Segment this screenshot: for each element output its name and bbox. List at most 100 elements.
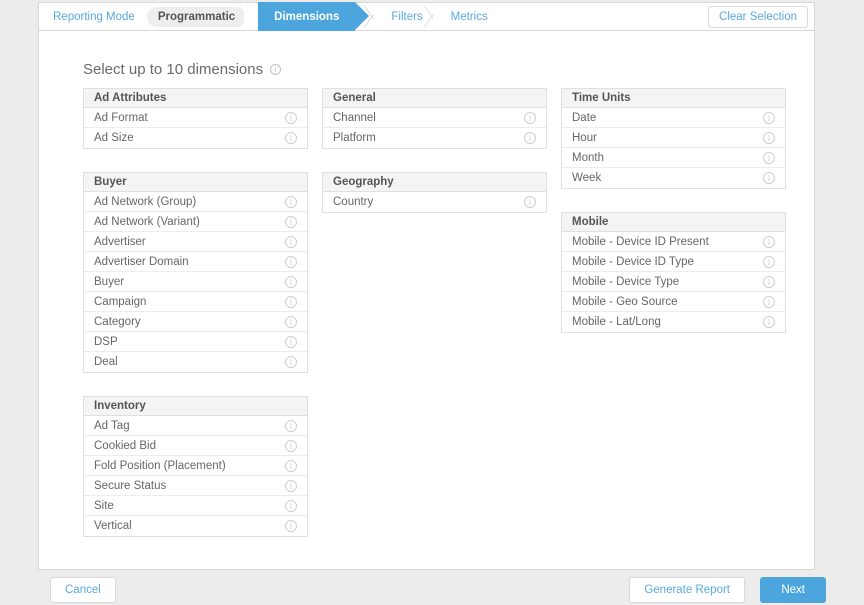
dimension-option-label: Mobile - Device ID Present — [572, 236, 709, 248]
dimension-option[interactable]: Mobile - Device ID Type i — [562, 252, 785, 272]
dimension-option[interactable]: Secure Statusi — [84, 476, 307, 496]
info-icon[interactable]: i — [285, 460, 297, 472]
dimension-option[interactable]: Advertiseri — [84, 232, 307, 252]
dimension-option-label: Mobile - Device Type — [572, 276, 679, 288]
dimension-option-label: Category — [94, 316, 141, 328]
dimension-column: GeneralChanneliPlatformiGeographyCountry… — [322, 88, 547, 560]
next-button[interactable]: Next — [760, 577, 826, 603]
dimension-option[interactable]: Mobile - Lat/Longi — [562, 312, 785, 332]
info-icon[interactable]: i — [763, 256, 775, 268]
wizard-step-metrics[interactable]: Metrics — [433, 2, 498, 31]
dimension-option-label: Ad Network (Variant) — [94, 216, 200, 228]
wizard-step-label: Metrics — [451, 11, 488, 23]
wizard-step-label: Filters — [391, 11, 422, 23]
dimension-option-label: Month — [572, 152, 604, 164]
dimension-option[interactable]: Weeki — [562, 168, 785, 188]
dimension-group-header: General — [323, 89, 546, 108]
dimension-option-label: Country — [333, 196, 373, 208]
info-icon[interactable]: i — [763, 296, 775, 308]
dimension-option[interactable]: Campaign i — [84, 292, 307, 312]
dimension-option[interactable]: Cookied Bidi — [84, 436, 307, 456]
dimension-column: Time UnitsDateiHouriMonthiWeekiMobileMob… — [561, 88, 786, 560]
dimension-option-label: Site — [94, 500, 114, 512]
cancel-button[interactable]: Cancel — [50, 577, 116, 603]
info-icon[interactable]: i — [285, 296, 297, 308]
dimensions-panel: Select up to 10 dimensions i Ad Attribut… — [38, 31, 815, 570]
footer-actions: Cancel Generate Report Next — [0, 573, 864, 605]
info-icon[interactable]: i — [285, 112, 297, 124]
info-icon[interactable]: i — [285, 132, 297, 144]
info-icon[interactable]: i — [524, 196, 536, 208]
info-icon[interactable]: i — [763, 236, 775, 248]
dimension-option[interactable]: DSPi — [84, 332, 307, 352]
dimension-option[interactable]: Ad Tag i — [84, 416, 307, 436]
dimension-option-label: Mobile - Device ID Type — [572, 256, 694, 268]
dimension-option[interactable]: Category i — [84, 312, 307, 332]
dimension-columns: Ad AttributesAd FormatiAd SizeiBuyerAd N… — [83, 88, 788, 560]
info-icon[interactable]: i — [285, 520, 297, 532]
dimension-option[interactable]: Month i — [562, 148, 785, 168]
info-icon[interactable]: i — [524, 132, 536, 144]
dimension-group-general: GeneralChanneliPlatformi — [322, 88, 547, 149]
dimension-option[interactable]: Buyer i — [84, 272, 307, 292]
dimension-option-label: Ad Tag — [94, 420, 130, 432]
generate-report-button[interactable]: Generate Report — [629, 577, 745, 603]
dimension-group-buyer: BuyerAd Network (Group)iAd Network (Vari… — [83, 172, 308, 373]
info-icon[interactable]: i — [763, 132, 775, 144]
wizard-step-dimensions[interactable]: Dimensions — [258, 2, 355, 31]
wizard-step-label: Reporting Mode — [53, 11, 135, 23]
dimension-option-label: Vertical — [94, 520, 132, 532]
dimension-option[interactable]: Mobile - Geo Sourcei — [562, 292, 785, 312]
info-icon[interactable]: i — [285, 276, 297, 288]
dimension-option-label: Fold Position (Placement) — [94, 460, 226, 472]
dimension-option[interactable]: Country i — [323, 192, 546, 212]
dimension-option-label: Buyer — [94, 276, 124, 288]
info-icon[interactable]: i — [763, 276, 775, 288]
dimension-group-geography: GeographyCountryi — [322, 172, 547, 213]
dimension-option[interactable]: Ad Sizei — [84, 128, 307, 148]
info-icon[interactable]: i — [763, 152, 775, 164]
wizard-step-programmatic[interactable]: Programmatic — [145, 2, 250, 31]
dimension-option[interactable]: Advertiser Domain i — [84, 252, 307, 272]
info-icon[interactable]: i — [285, 256, 297, 268]
report-builder-page: Reporting Mode Programmatic Dimensions Filt… — [0, 0, 864, 605]
dimension-option-label: Advertiser Domain — [94, 256, 189, 268]
info-icon[interactable]: i — [285, 420, 297, 432]
info-icon[interactable]: i — [285, 500, 297, 512]
dimension-option[interactable]: Vertical i — [84, 516, 307, 536]
info-icon[interactable]: i — [763, 316, 775, 328]
dimension-option[interactable]: Fold Position (Placement) i — [84, 456, 307, 476]
info-icon[interactable]: i — [285, 440, 297, 452]
dimension-option[interactable]: Platformi — [323, 128, 546, 148]
dimension-option[interactable]: Ad Network (Group)i — [84, 192, 307, 212]
dimension-option[interactable]: Ad Network (Variant) i — [84, 212, 307, 232]
info-icon[interactable]: i — [763, 172, 775, 184]
wizard-step-label: Dimensions — [274, 11, 339, 23]
wizard-steps: Reporting Mode Programmatic Dimensions Filt… — [39, 3, 708, 30]
dimension-option[interactable]: Site i — [84, 496, 307, 516]
dimension-option-label: Channel — [333, 112, 376, 124]
dimension-option[interactable]: Ad Format i — [84, 108, 307, 128]
info-icon[interactable]: i — [270, 64, 281, 75]
dimension-option[interactable]: Channel i — [323, 108, 546, 128]
dimension-option[interactable]: Deali — [84, 352, 307, 372]
info-icon[interactable]: i — [285, 236, 297, 248]
info-icon[interactable]: i — [285, 216, 297, 228]
dimension-option[interactable]: Datei — [562, 108, 785, 128]
clear-selection-button[interactable]: Clear Selection — [708, 6, 808, 28]
dimension-option[interactable]: Mobile - Device ID Present i — [562, 232, 785, 252]
dimension-group-header: Buyer — [84, 173, 307, 192]
info-icon[interactable]: i — [285, 480, 297, 492]
dimension-option-label: Ad Format — [94, 112, 148, 124]
dimension-option-label: Campaign — [94, 296, 146, 308]
info-icon[interactable]: i — [763, 112, 775, 124]
info-icon[interactable]: i — [285, 316, 297, 328]
info-icon[interactable]: i — [285, 196, 297, 208]
info-icon[interactable]: i — [285, 356, 297, 368]
page-title: Select up to 10 dimensions i — [83, 61, 281, 78]
dimension-option[interactable]: Houri — [562, 128, 785, 148]
dimension-option[interactable]: Mobile - Device Type i — [562, 272, 785, 292]
info-icon[interactable]: i — [285, 336, 297, 348]
info-icon[interactable]: i — [524, 112, 536, 124]
wizard-step-reporting-mode[interactable]: Reporting Mode — [39, 2, 145, 31]
